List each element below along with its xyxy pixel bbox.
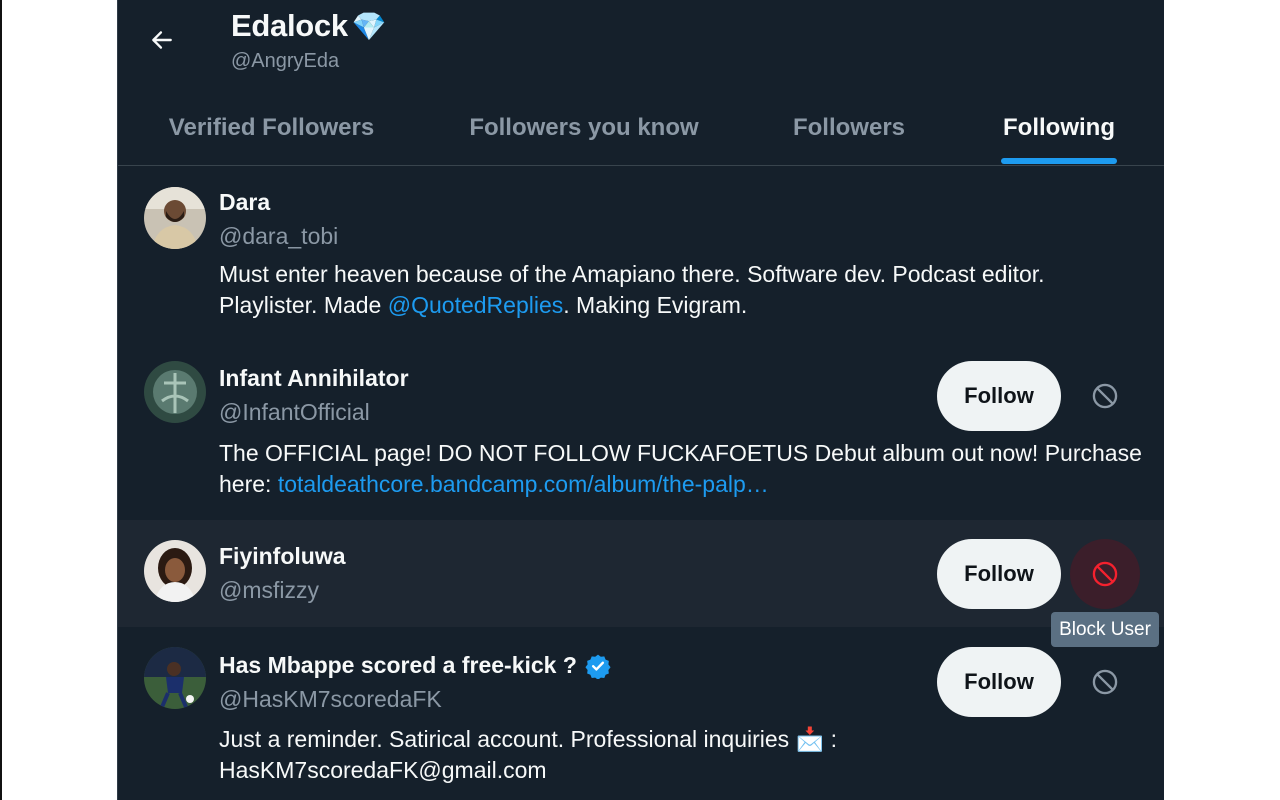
tab-followers-you-know[interactable]: Followers you know xyxy=(448,90,720,166)
profile-title-block: Edalock 💎 @AngryEda xyxy=(231,8,387,73)
bio-url-link[interactable]: totaldeathcore.bandcamp.com/album/the-pa… xyxy=(278,471,769,497)
user-name-text: Fiyinfoluwa xyxy=(219,543,346,569)
tab-label: Verified Followers xyxy=(168,114,375,141)
block-icon xyxy=(1092,561,1118,587)
active-tab-indicator xyxy=(1001,158,1117,164)
user-name-text: Has Mbappe scored a free-kick ? xyxy=(219,652,577,678)
profile-header: Edalock 💎 @AngryEda xyxy=(118,0,1164,90)
user-handle[interactable]: @HasKM7scoredaFK xyxy=(219,686,442,713)
verified-badge-icon xyxy=(585,654,611,679)
block-user-button[interactable] xyxy=(1070,647,1140,717)
envelope-icon: 📩 xyxy=(795,726,825,752)
block-user-tooltip: Block User xyxy=(1051,612,1159,647)
user-cell[interactable]: Dara @dara_tobi Must enter heaven becaus… xyxy=(118,167,1164,342)
tab-label: Following xyxy=(1003,114,1115,141)
user-handle[interactable]: @msfizzy xyxy=(219,577,319,604)
avatar[interactable] xyxy=(144,647,206,709)
avatar-image xyxy=(144,361,206,423)
user-name-text: Infant Annihilator xyxy=(219,365,409,391)
user-name-text: Dara xyxy=(219,189,271,215)
avatar-image xyxy=(144,187,206,249)
user-name[interactable]: Infant Annihilator xyxy=(219,365,409,392)
user-bio: Must enter heaven because of the Amapian… xyxy=(219,259,1149,321)
bio-text: Just a reminder. Satirical account. Prof… xyxy=(219,726,796,752)
block-icon xyxy=(1092,383,1118,409)
block-user-button[interactable] xyxy=(1070,361,1140,431)
window-edge xyxy=(0,0,2,800)
tab-verified-followers[interactable]: Verified Followers xyxy=(130,90,413,166)
tab-label: Followers you know xyxy=(469,114,699,141)
follow-button[interactable]: Follow xyxy=(937,539,1061,609)
avatar[interactable] xyxy=(144,187,206,249)
page-title: Edalock 💎 xyxy=(231,8,387,44)
profile-handle: @AngryEda xyxy=(231,50,340,72)
block-icon xyxy=(1092,669,1118,695)
avatar-image xyxy=(144,540,206,602)
user-handle[interactable]: @InfantOfficial xyxy=(219,399,370,426)
block-user-button[interactable] xyxy=(1070,539,1140,609)
user-bio: Just a reminder. Satirical account. Prof… xyxy=(219,724,1149,786)
tab-label: Followers xyxy=(792,114,906,141)
following-page: Edalock 💎 @AngryEda Verified Followers F… xyxy=(117,0,1164,800)
tab-bar: Verified Followers Followers you know Fo… xyxy=(118,90,1164,166)
avatar-image xyxy=(144,647,206,709)
user-cell[interactable]: Fiyinfoluwa @msfizzy Follow xyxy=(118,520,1164,627)
tab-followers[interactable]: Followers xyxy=(778,90,920,166)
follow-button[interactable]: Follow xyxy=(937,361,1061,431)
user-name[interactable]: Has Mbappe scored a free-kick ? xyxy=(219,652,611,679)
avatar[interactable] xyxy=(144,361,206,423)
display-name: Edalock xyxy=(231,8,348,43)
avatar[interactable] xyxy=(144,540,206,602)
user-cell[interactable]: Infant Annihilator @InfantOfficial Follo… xyxy=(118,342,1164,520)
user-cell[interactable]: Has Mbappe scored a free-kick ? @HasKM7s… xyxy=(118,627,1164,800)
gem-icon: 💎 xyxy=(351,10,387,42)
tab-following[interactable]: Following xyxy=(1001,90,1117,166)
user-name[interactable]: Fiyinfoluwa xyxy=(219,543,346,570)
user-name[interactable]: Dara xyxy=(219,189,270,216)
user-handle[interactable]: @dara_tobi xyxy=(219,223,338,250)
bio-text: . Making Evigram. xyxy=(563,292,748,318)
bio-mention-link[interactable]: @QuotedReplies xyxy=(388,292,564,318)
arrow-left-icon xyxy=(152,31,172,49)
back-button[interactable] xyxy=(144,22,180,58)
user-bio: The OFFICIAL page! DO NOT FOLLOW FUCKAFO… xyxy=(219,438,1149,500)
follow-button[interactable]: Follow xyxy=(937,647,1061,717)
